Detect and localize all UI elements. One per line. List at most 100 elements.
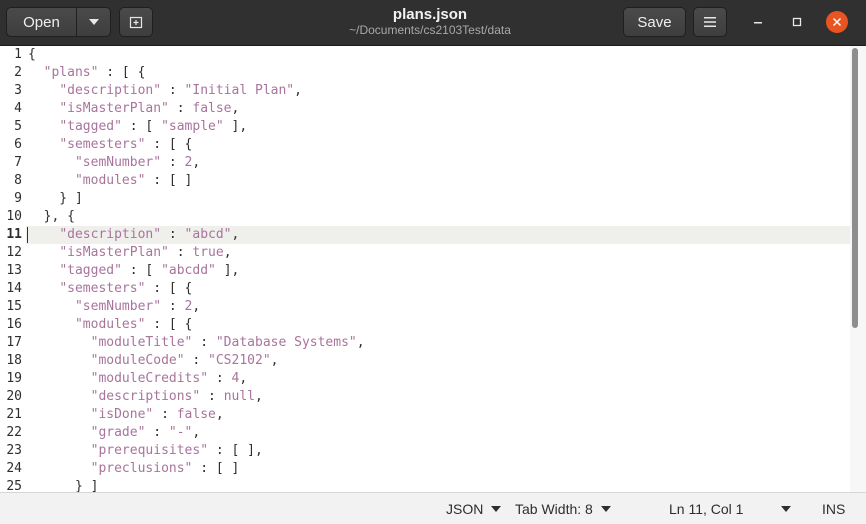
- syntax-token: "semesters": [59, 137, 146, 152]
- syntax-token: "semesters": [59, 281, 146, 296]
- plain-token: :: [192, 335, 216, 350]
- code-line: "semesters" : [ {: [28, 136, 192, 154]
- line-number: 11: [6, 227, 22, 242]
- text-cursor: [27, 227, 28, 243]
- menu-button[interactable]: [693, 7, 727, 37]
- code-line: "semNumber" : 2,: [28, 154, 200, 172]
- plain-token: :: [161, 83, 185, 98]
- syntax-token: "Initial Plan": [184, 83, 295, 98]
- code-line: "plans" : [ {: [28, 64, 146, 82]
- line-number: 5: [14, 119, 22, 134]
- line-number: 3: [14, 83, 22, 98]
- tab-width-label: Tab Width: 8: [515, 501, 593, 517]
- line-number: 15: [6, 299, 22, 314]
- code-line: "isMasterPlan" : false,: [28, 100, 239, 118]
- line-number: 20: [6, 389, 22, 404]
- line-number: 6: [14, 137, 22, 152]
- window-subtitle-path: ~/Documents/cs2103Test/data: [349, 23, 511, 37]
- plain-token: :: [184, 353, 209, 368]
- scrollbar-thumb[interactable]: [852, 48, 858, 328]
- syntax-token: "semNumber": [74, 155, 162, 170]
- syntax-token: false: [192, 101, 232, 116]
- line-number: 7: [14, 155, 22, 170]
- syntax-token: "descriptions": [90, 389, 201, 404]
- text-editor-area[interactable]: 1 2 3 4 5 6 7 8 9 10 11 12 13 14 15 16 17 18 19 20 21 22 23 24 2…: [0, 46, 866, 492]
- line-number: 25: [6, 479, 22, 492]
- plain-token: : [ {: [145, 317, 193, 332]
- plain-token: :: [161, 299, 185, 314]
- syntax-token: "sample": [161, 119, 224, 134]
- syntax-token: "abcd": [184, 227, 232, 242]
- open-recent-dropdown-button[interactable]: [76, 7, 111, 37]
- line-number: 2: [14, 65, 22, 80]
- open-button-group: Open: [6, 7, 111, 37]
- plain-token: : [ ]: [145, 173, 193, 188]
- plain-token: } ]: [28, 479, 99, 492]
- syntax-token: null: [223, 389, 255, 404]
- tab-width-selector[interactable]: Tab Width: 8: [515, 501, 611, 517]
- text-editor-window: Open plans.json ~/Documents/cs2103Test/d…: [0, 0, 866, 524]
- code-line: } ]: [28, 190, 83, 208]
- plain-token: :: [200, 389, 224, 404]
- line-number: 4: [14, 101, 22, 116]
- close-icon: [832, 17, 842, 27]
- code-line: "description" : "Initial Plan",: [28, 82, 302, 100]
- code-line: "tagged" : [ "abcdd" ],: [28, 262, 239, 280]
- new-tab-icon: [129, 16, 143, 29]
- language-selector[interactable]: JSON: [446, 501, 502, 517]
- line-number: 17: [6, 335, 22, 350]
- cursor-position-label: Ln 11, Col 1: [669, 501, 744, 517]
- save-button[interactable]: Save: [623, 7, 686, 37]
- plain-token: ,: [192, 425, 201, 440]
- plain-token: :: [208, 371, 232, 386]
- code-line: } ]: [28, 478, 99, 492]
- close-button[interactable]: [826, 11, 848, 33]
- plain-token: ,: [356, 335, 365, 350]
- code-line: "isMasterPlan" : true,: [28, 244, 232, 262]
- line-number-gutter: 1 2 3 4 5 6 7 8 9 10 11 12 13 14 15 16 17 18 19 20 21 22 23 24 2…: [0, 46, 26, 492]
- hamburger-menu-icon: [704, 17, 716, 27]
- cursor-position-selector[interactable]: Ln 11, Col 1: [669, 501, 792, 517]
- plain-token: : [: [121, 119, 162, 134]
- syntax-token: "tagged": [59, 263, 122, 278]
- line-number: 9: [14, 191, 22, 206]
- syntax-token: "description": [59, 83, 162, 98]
- code-line: {: [28, 46, 36, 64]
- new-document-button[interactable]: [119, 7, 153, 37]
- chevron-down-icon: [88, 19, 99, 25]
- line-number: 14: [6, 281, 22, 296]
- plain-token: ],: [223, 119, 248, 134]
- line-number: 8: [14, 173, 22, 188]
- status-bar: JSON Tab Width: 8 Ln 11, Col 1 INS: [0, 492, 866, 524]
- plain-token: ,: [231, 101, 240, 116]
- insert-mode-indicator[interactable]: INS: [822, 501, 845, 517]
- syntax-token: "description": [59, 227, 162, 242]
- minimize-button[interactable]: [747, 11, 769, 33]
- syntax-token: "CS2102": [208, 353, 271, 368]
- line-number: 22: [6, 425, 22, 440]
- code-line: "moduleTitle" : "Database Systems",: [28, 334, 365, 352]
- code-line: "moduleCredits" : 4,: [28, 370, 248, 388]
- syntax-token: "Database Systems": [215, 335, 357, 350]
- syntax-token: true: [192, 245, 224, 260]
- plain-token: : [ {: [98, 65, 146, 80]
- plain-token: :: [153, 407, 177, 422]
- syntax-token: "isMasterPlan": [59, 101, 169, 116]
- plain-token: : [ ]: [192, 461, 240, 476]
- window-title: plans.json: [392, 6, 468, 23]
- syntax-token: "prerequisites": [90, 443, 209, 458]
- plain-token: ],: [215, 263, 240, 278]
- maximize-button[interactable]: [786, 11, 808, 33]
- code-line: "descriptions" : null,: [28, 388, 263, 406]
- open-button[interactable]: Open: [6, 7, 77, 37]
- plain-token: ,: [223, 245, 232, 260]
